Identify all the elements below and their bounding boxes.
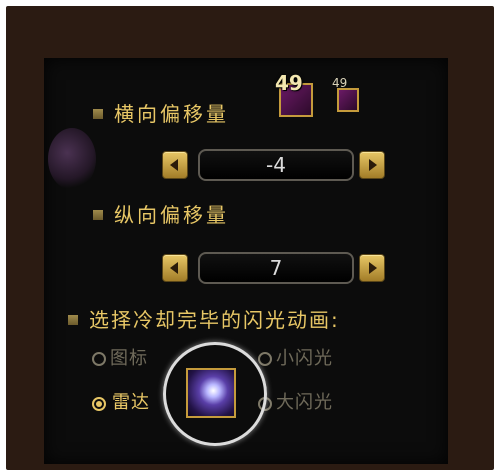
cooldown-preview-large-icon: 49 bbox=[275, 71, 319, 119]
arrow-right-icon bbox=[369, 159, 377, 171]
horizontal-increment-button[interactable] bbox=[359, 151, 385, 179]
radio-radar-option[interactable] bbox=[92, 397, 106, 411]
bullet-icon bbox=[93, 109, 103, 119]
radio-icon-option[interactable] bbox=[92, 352, 106, 366]
bullet-icon bbox=[93, 210, 103, 220]
option-icon-label[interactable]: 图标 bbox=[110, 348, 148, 370]
radio-small-flash-option[interactable] bbox=[258, 352, 272, 366]
vertical-increment-button[interactable] bbox=[359, 254, 385, 282]
option-radar-label[interactable]: 雷达 bbox=[112, 392, 150, 414]
cooldown-count-small: 49 bbox=[332, 76, 348, 90]
vertical-offset-label: 纵向偏移量 bbox=[114, 203, 229, 227]
horizontal-decrement-button[interactable] bbox=[162, 151, 188, 179]
background-decoration bbox=[48, 128, 96, 190]
flash-animation-label: 选择冷却完毕的闪光动画: bbox=[89, 308, 340, 332]
option-large-flash-label[interactable]: 大闪光 bbox=[276, 392, 333, 414]
spell-tile-small-icon bbox=[337, 88, 359, 112]
vertical-offset-input[interactable]: 7 bbox=[198, 252, 354, 284]
horizontal-offset-label: 横向偏移量 bbox=[114, 102, 229, 126]
cooldown-count-large: 49 bbox=[275, 71, 303, 95]
option-small-flash-label[interactable]: 小闪光 bbox=[276, 348, 333, 370]
horizontal-offset-input[interactable]: -4 bbox=[198, 149, 354, 181]
arrow-left-icon bbox=[170, 159, 178, 171]
arrow-left-icon bbox=[170, 262, 178, 274]
vertical-decrement-button[interactable] bbox=[162, 254, 188, 282]
arrow-right-icon bbox=[369, 262, 377, 274]
spell-preview-icon bbox=[186, 368, 236, 418]
bullet-icon bbox=[68, 315, 78, 325]
cooldown-preview-small-icon: 49 bbox=[332, 76, 362, 114]
